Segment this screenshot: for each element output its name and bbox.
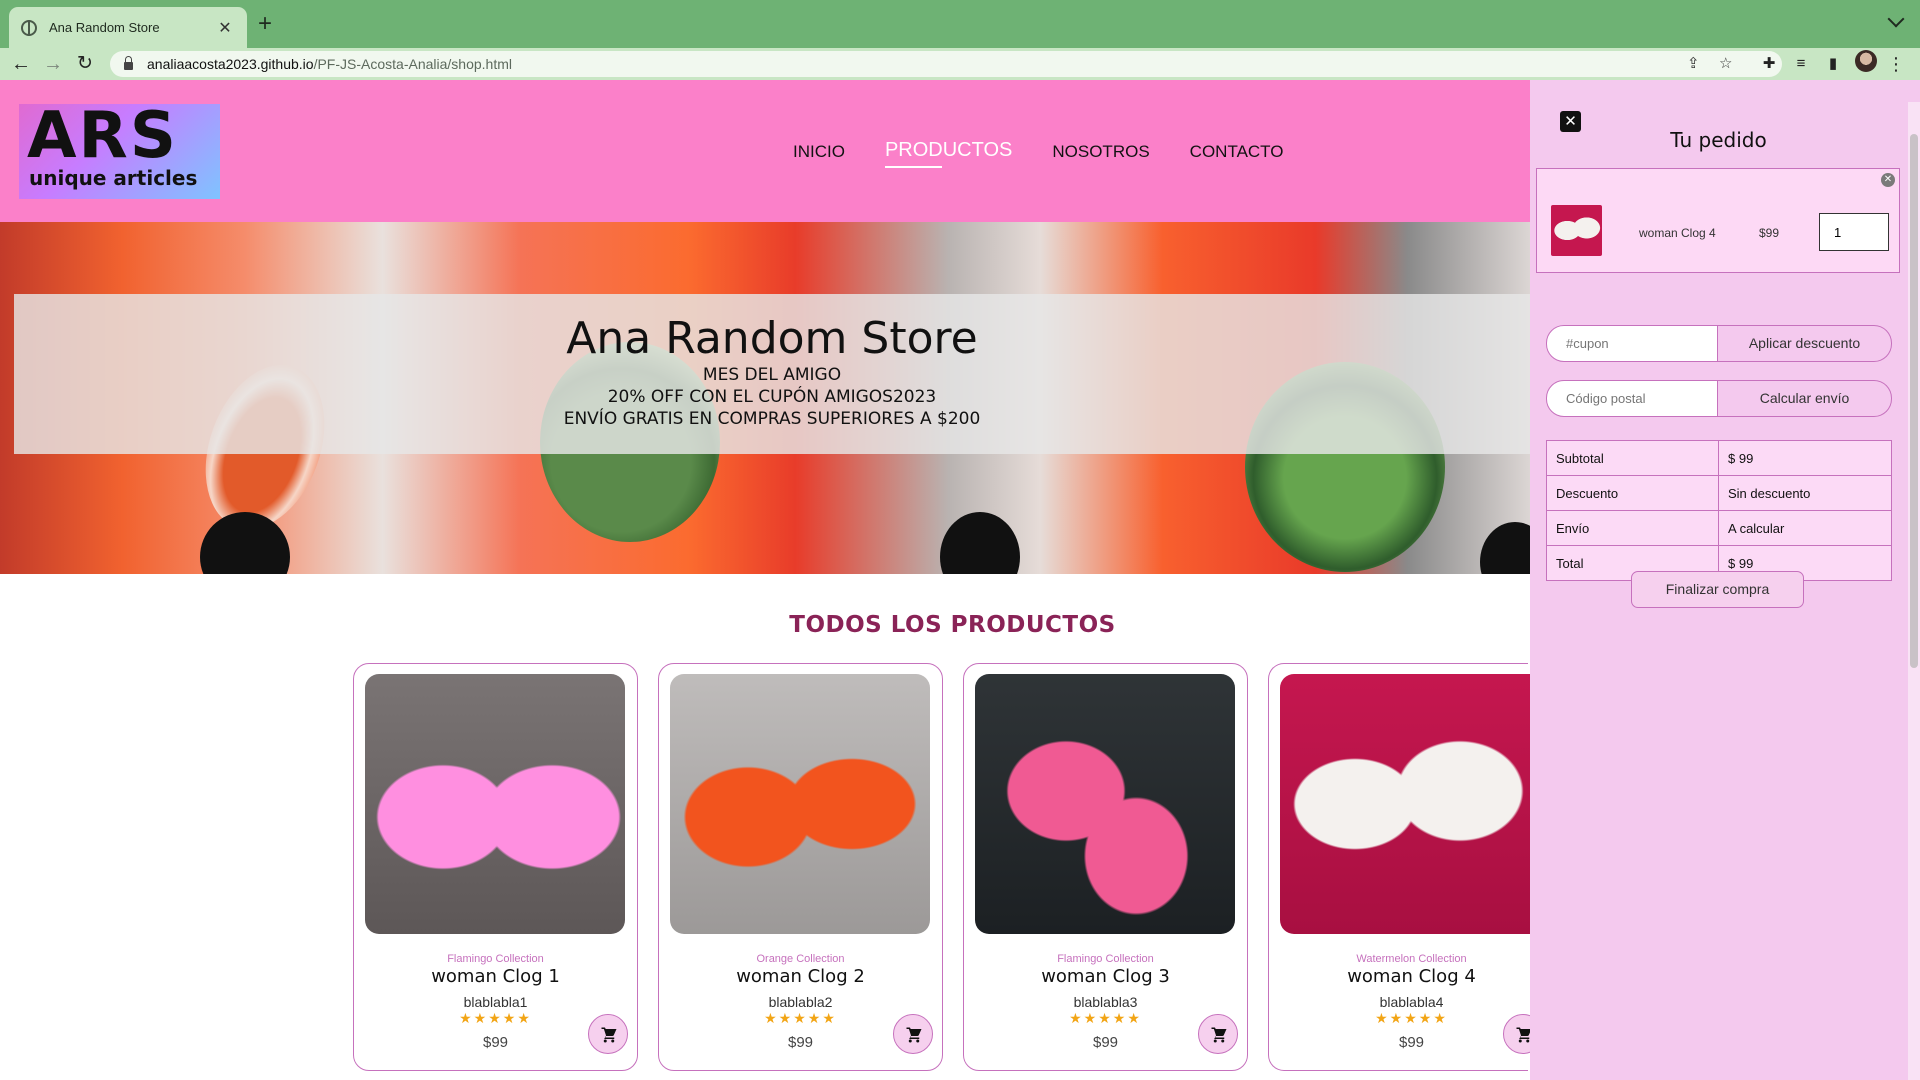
table-row: Envío A calcular xyxy=(1546,510,1892,546)
product-image-flamingo[interactable] xyxy=(365,674,625,934)
product-image-orange[interactable] xyxy=(670,674,930,934)
cart-item-price: $99 xyxy=(1759,226,1780,240)
product-name: woman Clog 3 xyxy=(1041,966,1170,987)
calculate-shipping-button[interactable]: Calcular envío xyxy=(1718,380,1892,417)
nav-link-nosotros[interactable]: NOSOTROS xyxy=(1052,142,1149,162)
apply-discount-button[interactable]: Aplicar descuento xyxy=(1718,325,1892,362)
logo-tagline: unique articles xyxy=(29,166,198,190)
forward-arrow-icon[interactable]: → xyxy=(40,51,66,77)
cart-icon xyxy=(1211,1027,1227,1043)
product-name: woman Clog 2 xyxy=(736,966,865,987)
add-to-cart-button[interactable] xyxy=(588,1014,628,1054)
url-host: analiaacosta2023.github.io xyxy=(147,56,314,72)
product-collection: Flamingo Collection xyxy=(1057,953,1154,965)
media-queue-icon[interactable]: ≡ xyxy=(1788,51,1814,77)
cart-panel: ✕ Tu pedido ✕ woman Clog 4 $99 Aplicar d… xyxy=(1530,80,1920,1080)
subtotal-label: Subtotal xyxy=(1546,440,1719,476)
extensions-puzzle-icon[interactable]: ✚ xyxy=(1756,51,1782,77)
shipping-label: Envío xyxy=(1546,510,1719,546)
product-description: blablabla2 xyxy=(768,994,833,1010)
browser-tab-bar: Ana Random Store ✕ + xyxy=(0,0,1920,48)
side-panel-icon[interactable]: ▮ xyxy=(1820,51,1846,77)
cart-item-name: woman Clog 4 xyxy=(1639,226,1716,240)
share-icon[interactable]: ⇪ xyxy=(1687,51,1700,77)
discount-label: Descuento xyxy=(1546,475,1719,511)
cart-item-thumbnail xyxy=(1551,205,1602,256)
globe-icon xyxy=(21,19,37,36)
product-description: blablabla1 xyxy=(463,994,528,1010)
dot-graphic xyxy=(200,512,290,574)
add-to-cart-button[interactable] xyxy=(1198,1014,1238,1054)
lock-icon xyxy=(124,56,133,70)
site-header: ARS unique articles INICIO PRODUCTOS NOS… xyxy=(0,80,1530,222)
browser-tab[interactable]: Ana Random Store ✕ xyxy=(9,7,247,48)
hero-title: Ana Random Store xyxy=(566,313,978,364)
hero-promo-line: 20% OFF CON EL CUPÓN AMIGOS2023 xyxy=(607,387,937,407)
product-card[interactable]: Orange Collection woman Clog 2 blablabla… xyxy=(658,663,943,1071)
product-description: blablabla4 xyxy=(1379,994,1444,1010)
cart-item: ✕ woman Clog 4 $99 xyxy=(1536,168,1900,273)
hero-promo-line: MES DEL AMIGO xyxy=(702,365,842,385)
logo-text: ARS xyxy=(27,99,178,173)
main-nav: INICIO PRODUCTOS NOSOTROS CONTACTO xyxy=(793,139,1324,168)
reload-icon[interactable]: ↻ xyxy=(72,51,98,77)
hero-banner-image: Ana Random Store MES DEL AMIGO 20% OFF C… xyxy=(0,222,1530,574)
remove-item-icon[interactable]: ✕ xyxy=(1881,173,1895,187)
bookmark-star-icon[interactable]: ☆ xyxy=(1719,51,1732,77)
coupon-row: Aplicar descuento xyxy=(1546,325,1892,362)
more-menu-icon[interactable]: ⋮ xyxy=(1883,51,1909,77)
zip-code-input[interactable] xyxy=(1546,380,1718,417)
add-to-cart-button[interactable] xyxy=(893,1014,933,1054)
shipping-row: Calcular envío xyxy=(1546,380,1892,417)
product-description: blablabla3 xyxy=(1073,994,1138,1010)
product-image-watermelon-pink[interactable] xyxy=(975,674,1235,934)
cart-icon xyxy=(906,1027,922,1043)
product-grid: Flamingo Collection woman Clog 1 blablab… xyxy=(353,663,1543,1071)
page-viewport: ARS unique articles INICIO PRODUCTOS NOS… xyxy=(0,80,1920,1080)
checkout-button[interactable]: Finalizar compra xyxy=(1631,571,1804,608)
cart-title: Tu pedido xyxy=(1670,128,1767,152)
dot-graphic xyxy=(1480,522,1530,574)
product-name: woman Clog 4 xyxy=(1347,966,1476,987)
back-arrow-icon[interactable]: ← xyxy=(8,51,34,77)
address-bar[interactable]: analiaacosta2023.github.io/PF-JS-Acosta-… xyxy=(110,51,1782,77)
profile-avatar[interactable] xyxy=(1855,50,1877,72)
order-totals-table: Subtotal $ 99 Descuento Sin descuento En… xyxy=(1546,440,1892,581)
url-path: /PF-JS-Acosta-Analia/shop.html xyxy=(313,56,512,72)
cart-icon xyxy=(601,1027,617,1043)
subtotal-value: $ 99 xyxy=(1718,440,1892,476)
site-logo[interactable]: ARS unique articles xyxy=(19,100,220,199)
nav-link-productos[interactable]: PRODUCTOS xyxy=(884,139,1012,168)
dot-graphic xyxy=(940,512,1020,574)
coupon-input[interactable] xyxy=(1546,325,1718,362)
hero-promo-line: ENVÍO GRATIS EN COMPRAS SUPERIORES A $20… xyxy=(563,409,981,429)
product-name: woman Clog 1 xyxy=(431,966,560,987)
product-collection: Orange Collection xyxy=(756,953,845,965)
hero-text-box: Ana Random Store MES DEL AMIGO 20% OFF C… xyxy=(14,294,1530,454)
tab-title: Ana Random Store xyxy=(49,20,160,35)
product-image-watermelon-white[interactable] xyxy=(1280,674,1530,934)
table-row: Descuento Sin descuento xyxy=(1546,475,1892,511)
browser-toolbar: ← → ↻ analiaacosta2023.github.io/PF-JS-A… xyxy=(0,48,1920,80)
product-collection: Watermelon Collection xyxy=(1356,953,1467,965)
shipping-value: A calcular xyxy=(1718,510,1892,546)
product-card[interactable]: Watermelon Collection woman Clog 4 blabl… xyxy=(1268,663,1543,1071)
nav-link-contacto[interactable]: CONTACTO xyxy=(1190,142,1284,162)
nav-link-inicio[interactable]: INICIO xyxy=(793,142,845,162)
quantity-input[interactable] xyxy=(1819,213,1889,251)
new-tab-icon[interactable]: + xyxy=(258,12,272,36)
cart-scrollbar[interactable] xyxy=(1908,102,1920,1080)
scrollbar-thumb[interactable] xyxy=(1910,134,1918,668)
chevron-down-icon[interactable] xyxy=(1887,10,1905,28)
product-card[interactable]: Flamingo Collection woman Clog 3 blablab… xyxy=(963,663,1248,1071)
product-card[interactable]: Flamingo Collection woman Clog 1 blablab… xyxy=(353,663,638,1071)
table-row: Subtotal $ 99 xyxy=(1546,440,1892,476)
discount-value: Sin descuento xyxy=(1718,475,1892,511)
close-tab-icon[interactable]: ✕ xyxy=(215,18,235,38)
product-collection: Flamingo Collection xyxy=(447,953,544,965)
